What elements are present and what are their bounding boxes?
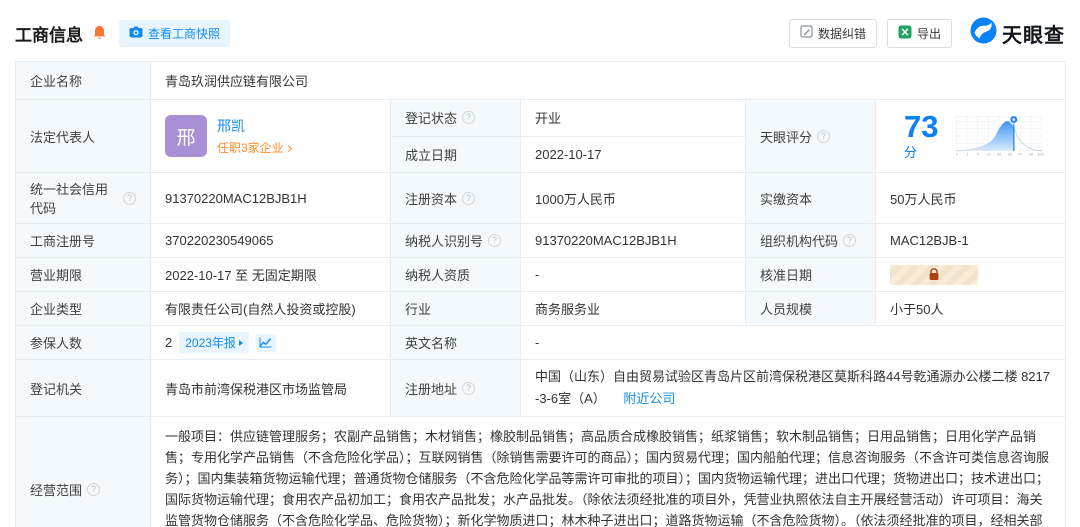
tianyan-score-label: 天眼评分 [760, 127, 812, 146]
taxpayer-id-label: 纳税人识别号 [405, 231, 483, 250]
svg-text:99: 99 [1029, 153, 1033, 157]
svg-text:5: 5 [977, 153, 979, 157]
triangle-right-icon [239, 340, 243, 346]
business-scope-value: 一般项目：供应链管理服务；农副产品销售；木材销售；橡胶制品销售；高品质合成橡胶销… [151, 417, 1066, 527]
header-actions: 数据纠错 导出 天眼查 [789, 17, 1065, 49]
english-name-label: 英文名称 [391, 326, 521, 360]
staff-size-value: 小于50人 [876, 292, 1066, 326]
reg-authority-label: 登记机关 [16, 360, 151, 417]
taxpayer-quals-label: 纳税人资质 [391, 258, 521, 292]
business-term-label: 营业期限 [16, 258, 151, 292]
panel-title: 工商信息 [15, 21, 83, 46]
reg-address-cell: 中国（山东）自由贸易试验区青岛片区前湾保税港区莫斯科路44号乾通源办公楼二楼 8… [521, 360, 1066, 417]
export-label: 导出 [917, 25, 941, 42]
reg-status-value: 开业 [521, 100, 746, 137]
legal-rep-cell: 邢 邢凯 任职3家企业 [151, 100, 391, 173]
company-name-value: 青岛玖润供应链有限公司 [151, 62, 1066, 100]
score-marker-pin [1010, 116, 1017, 123]
excel-icon [898, 25, 912, 42]
view-snapshot-button[interactable]: 查看工商快照 [119, 20, 230, 47]
reg-capital-value: 1000万人民币 [521, 173, 746, 224]
panel-header: 工商信息 查看工商快照 数据纠错 导出 [0, 0, 1080, 59]
org-code-label: 组织机构代码 [760, 231, 838, 250]
org-code-value: MAC12BJB-1 [876, 224, 1066, 258]
svg-text:97: 97 [1018, 153, 1022, 157]
view-snapshot-label: 查看工商快照 [148, 25, 220, 42]
locked-value-placeholder[interactable] [890, 265, 978, 285]
nearby-companies-link[interactable]: 附近公司 [623, 391, 675, 406]
tianyancha-logo[interactable]: 天眼查 [970, 17, 1065, 49]
tianyancha-logo-icon [970, 17, 997, 49]
reg-address-value: 中国（山东）自由贸易试验区青岛片区前湾保税港区莫斯科路44号乾通源办公楼二楼 8… [535, 369, 1050, 406]
approval-date-label: 核准日期 [746, 258, 876, 292]
paid-capital-value: 50万人民币 [876, 173, 1066, 224]
help-icon[interactable] [817, 130, 830, 143]
business-info-table: 企业名称 青岛玖润供应链有限公司 法定代表人 邢 邢凯 任职3家企业 登记状态 … [15, 61, 1066, 527]
taxpayer-id-value: 91370220MAC12BJB1H [521, 224, 746, 258]
legal-rep-label: 法定代表人 [16, 100, 151, 173]
help-icon[interactable] [87, 483, 100, 496]
svg-text:1: 1 [967, 153, 969, 157]
company-name-label: 企业名称 [16, 62, 151, 100]
help-icon[interactable] [843, 234, 856, 247]
approval-date-value [876, 258, 1066, 292]
reg-number-value: 370220230549065 [151, 224, 391, 258]
lock-icon [928, 268, 940, 281]
credit-code-label: 统一社会信用代码 [30, 179, 118, 217]
monitor-bell-icon[interactable] [92, 25, 107, 41]
company-type-value: 有限责任公司(自然人投资或控股) [151, 292, 391, 326]
business-term-value: 2022-10-17 至 无固定期限 [151, 258, 391, 292]
reg-number-label: 工商注册号 [16, 224, 151, 258]
annual-report-badge[interactable]: 2023年报 [179, 332, 249, 353]
staff-size-label: 人员规模 [746, 292, 876, 326]
svg-text:0: 0 [956, 153, 958, 157]
data-correction-label: 数据纠错 [818, 25, 866, 42]
score-distribution-chart: 0 1 5 15 50 85 97 99 100 [953, 108, 1045, 164]
help-icon[interactable] [462, 382, 475, 395]
paid-capital-label: 实缴资本 [746, 173, 876, 224]
svg-text:50: 50 [997, 153, 1001, 157]
legal-rep-tenure-link[interactable]: 任职3家企业 [217, 139, 291, 156]
camera-icon [129, 26, 143, 41]
company-type-label: 企业类型 [16, 292, 151, 326]
svg-text:100: 100 [1037, 153, 1043, 157]
insured-count-value: 2 [165, 335, 172, 350]
establish-date-value: 2022-10-17 [521, 136, 746, 173]
svg-text:15: 15 [987, 153, 991, 157]
english-name-value: - [521, 326, 1066, 360]
help-icon[interactable] [462, 111, 475, 124]
industry-label: 行业 [391, 292, 521, 326]
reg-authority-value: 青岛市前湾保税港区市场监管局 [151, 360, 391, 417]
export-button[interactable]: 导出 [887, 19, 952, 48]
reg-status-label: 登记状态 [405, 108, 457, 127]
reg-capital-label: 注册资本 [405, 189, 457, 208]
help-icon[interactable] [488, 234, 501, 247]
establish-date-label: 成立日期 [391, 136, 521, 173]
tianyancha-logo-text: 天眼查 [1002, 19, 1065, 48]
svg-text:85: 85 [1008, 153, 1012, 157]
insured-count-cell: 2 2023年报 [151, 326, 391, 360]
chevron-right-icon [285, 145, 292, 152]
tianyan-score-cell[interactable]: 73分 [876, 100, 1066, 173]
score-value: 73 [904, 109, 938, 144]
reg-address-label: 注册地址 [405, 379, 457, 398]
insured-count-label: 参保人数 [16, 326, 151, 360]
edit-icon [800, 25, 813, 41]
industry-value: 商务服务业 [521, 292, 746, 326]
legal-rep-name-link[interactable]: 邢凯 [217, 118, 245, 134]
help-icon[interactable] [462, 192, 475, 205]
business-scope-label: 经营范围 [30, 480, 82, 499]
business-info-panel: 工商信息 查看工商快照 数据纠错 导出 [0, 0, 1080, 527]
credit-code-value: 91370220MAC12BJB1H [151, 173, 391, 224]
score-unit: 分 [904, 145, 917, 160]
trend-chart-icon[interactable] [256, 334, 276, 352]
legal-rep-avatar[interactable]: 邢 [165, 115, 207, 157]
data-correction-button[interactable]: 数据纠错 [789, 19, 877, 48]
taxpayer-quals-value: - [521, 258, 746, 292]
help-icon[interactable] [123, 192, 136, 205]
